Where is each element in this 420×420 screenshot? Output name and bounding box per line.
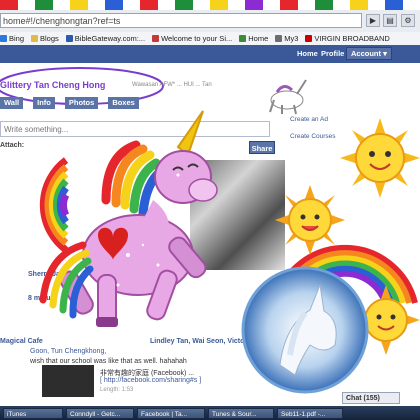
bookmark-label: My3 xyxy=(284,34,299,43)
feed-tagged-users-more[interactable]: Goon, Tun Chengkhong, xyxy=(30,348,106,355)
bookmark-item[interactable]: Blogs xyxy=(31,34,59,43)
nav-home-link[interactable]: Home xyxy=(297,49,318,58)
stripe-segment xyxy=(35,0,53,10)
bookmark-item[interactable]: VIRGIN BROADBAND xyxy=(305,34,390,43)
profile-name[interactable]: Glittery Tan Cheng Hong xyxy=(0,80,105,90)
stripe-segment xyxy=(210,0,228,10)
chat-bar-button[interactable]: Chat (155) xyxy=(342,392,400,404)
address-bar-input[interactable]: home#!/chenghongtan?ref=ts xyxy=(0,13,362,28)
stripe-segment xyxy=(52,0,70,10)
decorative-stripe xyxy=(0,0,420,10)
stripe-segment xyxy=(280,0,298,10)
smiling-sun-sticker xyxy=(275,185,345,255)
taskbar-window-button[interactable]: iTunes xyxy=(3,407,63,419)
stripe-segment xyxy=(17,0,35,10)
stripe-segment xyxy=(315,0,333,10)
share-button[interactable]: Share xyxy=(249,141,275,154)
stripe-segment xyxy=(87,0,105,10)
feed-video-thumbnail[interactable] xyxy=(42,365,94,397)
account-menu-button[interactable]: Account ▾ xyxy=(346,47,392,60)
feed-post-text: wish that our school was like that as we… xyxy=(30,358,187,365)
pink-unicorn-sticker xyxy=(39,110,218,327)
taskbar-window-button[interactable]: Tunes & Sour... xyxy=(208,407,274,419)
stripe-segment xyxy=(192,0,210,10)
page-icon xyxy=(305,35,313,42)
bible-icon xyxy=(65,35,73,42)
page-icon xyxy=(152,35,160,42)
stripe-segment xyxy=(0,0,18,10)
facebook-header: Home Profile Account ▾ xyxy=(0,45,420,63)
stripe-segment xyxy=(297,0,315,10)
profile-subtitle: Wawasan AFW* ... HUI ... Tan xyxy=(132,82,212,88)
bookmark-label: Home xyxy=(248,34,269,43)
stripe-segment xyxy=(262,0,280,10)
bookmark-item[interactable]: Bing xyxy=(0,34,24,43)
tools-menu-icon[interactable]: ⚙ xyxy=(401,14,415,27)
stripe-segment xyxy=(367,0,385,10)
bookmarks-bar: Bing Blogs BibleGateway.com:... Welcome to … xyxy=(0,32,420,46)
bookmark-item[interactable]: Home xyxy=(239,34,268,43)
stripe-segment xyxy=(332,0,350,10)
stripe-segment xyxy=(105,0,123,10)
unicorn-circle-sticker xyxy=(241,266,369,394)
bing-icon xyxy=(0,35,7,42)
go-arrow-icon[interactable]: ▶ xyxy=(366,14,380,27)
taskbar-window-button[interactable]: Conndyll - Getc... xyxy=(66,407,134,419)
bookmark-label: Bing xyxy=(9,34,25,43)
bookmark-item[interactable]: BibleGateway.com:... xyxy=(65,34,146,43)
bookmark-item[interactable]: Welcome to your Si... xyxy=(152,34,232,43)
folder-icon xyxy=(31,35,39,42)
stripe-segment xyxy=(350,0,368,10)
stripe-segment xyxy=(227,0,245,10)
os-taskbar: iTunes Conndyll - Getc... Facebook | Ta...… xyxy=(0,406,420,420)
stripe-segment xyxy=(175,0,193,10)
white-unicorn-sticker xyxy=(269,79,307,115)
stripe-segment xyxy=(157,0,175,10)
page-menu-icon[interactable]: ▤ xyxy=(383,14,397,27)
stripe-segment xyxy=(245,0,263,10)
stripe-segment xyxy=(70,0,88,10)
stripe-segment xyxy=(140,0,158,10)
feed-link-url[interactable]: [ http://facebook.com/sharing#s ] xyxy=(100,377,201,384)
browser-toolbar: home#!/chenghongtan?ref=ts ▶ ▤ ⚙ xyxy=(0,10,420,33)
stripe-segment xyxy=(385,0,403,10)
nav-profile-link[interactable]: Profile xyxy=(321,49,344,58)
stripe-segment xyxy=(402,0,420,10)
bookmark-item[interactable]: My3 xyxy=(275,34,298,43)
bookmark-label: Blogs xyxy=(40,34,59,43)
taskbar-window-button[interactable]: Seb11-1.pdf -... xyxy=(277,407,343,419)
bookmark-label: Welcome to your Si... xyxy=(161,34,233,43)
page-icon xyxy=(275,35,283,42)
taskbar-window-button[interactable]: Facebook | Ta... xyxy=(137,407,205,419)
bookmark-label: VIRGIN BROADBAND xyxy=(314,34,390,43)
stripe-segment xyxy=(122,0,140,10)
smiling-sun-sticker xyxy=(340,118,420,198)
page-icon xyxy=(239,35,247,42)
tab-wall[interactable]: Wall xyxy=(0,97,24,109)
feed-video-length: Length: 1:53 xyxy=(100,387,134,393)
attach-label: Attach: xyxy=(0,142,25,149)
bookmark-label: BibleGateway.com:... xyxy=(74,34,146,43)
